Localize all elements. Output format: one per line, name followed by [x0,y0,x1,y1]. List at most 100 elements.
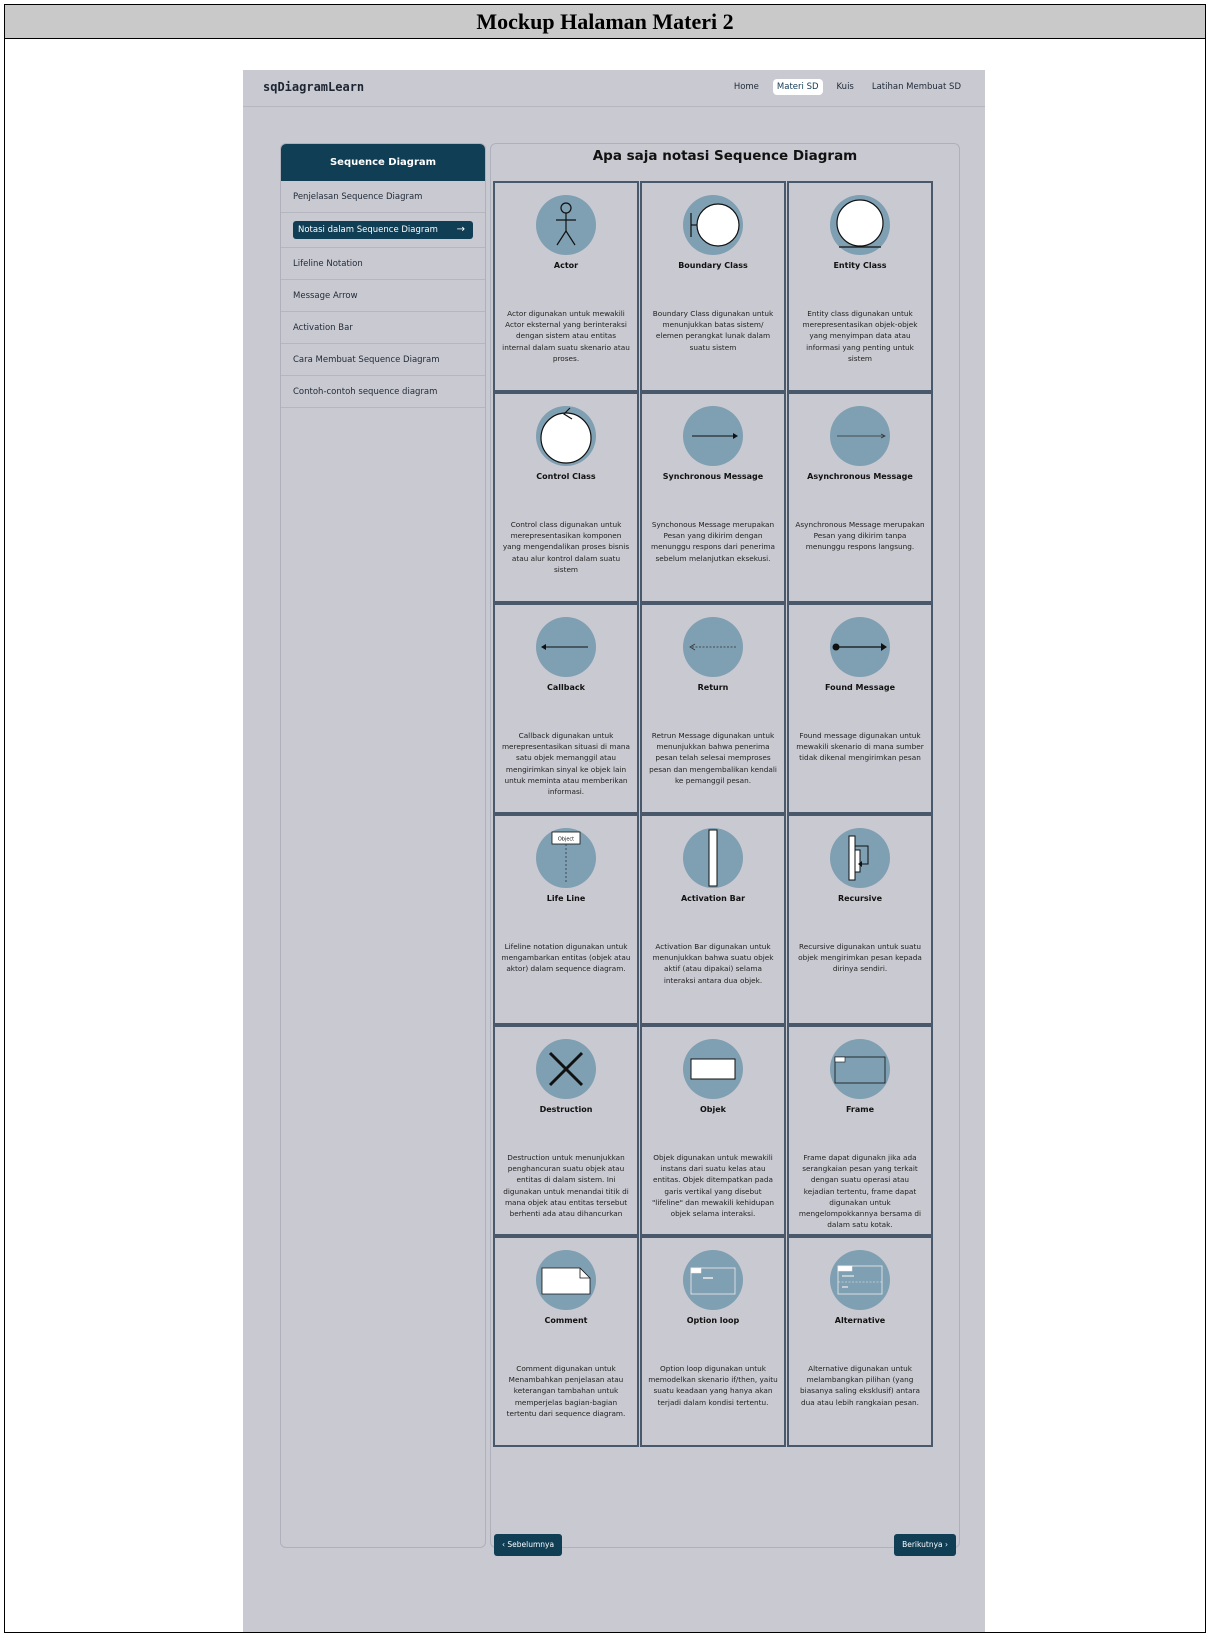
notation-icon-circle [536,617,596,677]
nav-home[interactable]: Home [730,79,763,95]
notation-description: Callback digunakan untuk merepresentasik… [501,731,631,797]
sidebar-item-cara-membuat[interactable]: Cara Membuat Sequence Diagram [281,344,485,376]
notation-icon-circle [683,617,743,677]
notation-description: Recursive digunakan untuk suatu objek me… [798,942,922,974]
notation-icon-circle [683,406,743,466]
notation-description: Retrun Message digunakan untuk menunjukk… [649,731,777,785]
document-title: Mockup Halaman Materi 2 [5,5,1205,39]
notation-card: Objek Objek digunakan untuk mewakili inst… [640,1025,786,1236]
notation-description: Destruction untuk menunjukkan penghancur… [503,1153,629,1219]
notation-name: Actor [553,261,579,270]
notation-description: Asynchronous Message merupakan Pesan yan… [795,520,925,552]
notation-name: Comment [544,1316,588,1325]
notation-description: Control class digunakan untuk merepresen… [502,520,630,574]
notation-description: Boundary Class digunakan untuk menunjukk… [652,309,774,352]
main-nav: Home Materi SD Kuis Latihan Membuat SD [730,79,965,95]
notation-description: Actor digunakan untuk mewakili Actor eks… [502,309,630,363]
app-logo[interactable]: sqDiagramLearn [263,80,364,94]
notation-description: Found message digunakan untuk mewakili s… [796,731,924,763]
next-button[interactable]: Berikutnya › [894,1534,956,1556]
notation-card: Boundary Class Boundary Class digunakan u… [640,181,786,392]
sidebar-item-message-arrow[interactable]: Message Arrow [281,280,485,312]
notation-card: Actor Actor digunakan untuk mewakili Acto… [493,181,639,392]
notation-name: Found Message [825,683,895,692]
found-message-icon [832,643,887,651]
notation-icon-circle [830,828,890,888]
notation-icon-circle [683,1039,743,1099]
sidebar-item-penjelasan[interactable]: Penjelasan Sequence Diagram [281,181,485,213]
notation-card: Frame Frame dapat digunakn jika ada seran… [787,1025,933,1236]
notation-icon-circle [830,195,890,255]
notation-name: Synchronous Message [662,472,764,481]
notation-icon-circle [536,1039,596,1099]
notation-description: Option loop digunakan untuk memodelkan s… [648,1364,778,1407]
destruction-icon [548,1051,584,1087]
notation-icon-circle [683,195,743,255]
notation-card: Comment Comment digunakan untuk Menambahk… [493,1236,639,1447]
notation-description: Entity class digunakan untuk merepresent… [802,309,918,363]
lifeline-icon: Object [551,831,581,884]
notation-icon-circle [830,406,890,466]
object-icon [690,1058,736,1080]
nav-materi-sd[interactable]: Materi SD [772,79,823,95]
notation-card: Destruction Destruction untuk menunjukkan… [493,1025,639,1236]
asynchronous-arrow-icon [837,433,886,439]
notation-card: Control Class Control class digunakan unt… [493,392,639,603]
boundary-class-icon [690,203,740,247]
notation-description: Frame dapat digunakn jika ada serangkaia… [798,1153,922,1230]
notation-name: Recursive [837,894,883,903]
notation-name: Life Line [546,894,586,903]
sidebar-item-lifeline[interactable]: Lifeline Notation [281,248,485,280]
notation-name: Boundary Class [678,261,748,270]
notation-name: Return [697,683,729,692]
notation-description: Alternative digunakan untuk melambangkan… [800,1364,920,1407]
notation-name: Frame [845,1105,875,1114]
notation-icon-circle [830,1250,890,1310]
content-title: Apa saja notasi Sequence Diagram [592,148,858,164]
notation-card: Return Retrun Message digunakan untuk men… [640,603,786,814]
option-loop-icon [690,1267,736,1295]
sidebar-item-label: Notasi dalam Sequence Diagram [298,225,438,235]
synchronous-arrow-icon [692,433,738,439]
notation-card: Found Message Found message digunakan unt… [787,603,933,814]
notation-icon-circle [830,617,890,677]
sidebar-item-contoh[interactable]: Contoh-contoh sequence diagram [281,376,485,408]
activation-bar-icon [708,829,718,887]
sidebar-item-notasi-wrap: Notasi dalam Sequence Diagram → [281,213,485,248]
nav-kuis[interactable]: Kuis [833,79,858,95]
notation-name: Objek [699,1105,726,1114]
notation-icon-circle [536,195,596,255]
comment-icon [541,1267,591,1295]
nav-latihan[interactable]: Latihan Membuat SD [868,79,965,95]
notation-card: Activation Bar Activation Bar digunakan u… [640,814,786,1025]
notation-card: Alternative Alternative digunakan untuk m… [787,1236,933,1447]
notation-icon-circle [830,1039,890,1099]
callback-arrow-icon [541,644,588,650]
entity-class-icon [836,199,884,248]
mockup-page: sqDiagramLearn Home Materi SD Kuis Latih… [243,70,985,1632]
notation-description: Comment digunakan untuk Menambahkan penj… [506,1364,626,1418]
recursive-icon [848,835,869,881]
notation-name: Control Class [536,472,596,481]
notation-description: Activation Bar digunakan untuk menunjukk… [652,942,774,985]
notation-icon-circle [683,828,743,888]
object-box-label: Object [558,837,574,843]
notation-name: Alternative [834,1316,886,1325]
control-class-icon [540,407,592,464]
notation-card: Callback Callback digunakan untuk merepre… [493,603,639,814]
notation-card: Option loop Option loop digunakan untuk m… [640,1236,786,1447]
sidebar-item-notasi[interactable]: Notasi dalam Sequence Diagram → [293,221,473,239]
notation-card: Asynchronous Message Asynchronous Message… [787,392,933,603]
notation-icon-circle [683,1250,743,1310]
sidebar-item-activation-bar[interactable]: Activation Bar [281,312,485,344]
notation-icon-circle: Object [536,828,596,888]
notation-card: Synchronous Message Synchonous Message me… [640,392,786,603]
notation-card: Entity Class Entity class digunakan untuk… [787,181,933,392]
notation-icon-circle [536,406,596,466]
notation-icon-circle [536,1250,596,1310]
sidebar: Sequence Diagram Penjelasan Sequence Dia… [280,143,486,1548]
notation-card: Object Life Line Lifeline notation digunak… [493,814,639,1025]
notation-name: Callback [547,683,585,692]
top-navbar: sqDiagramLearn Home Materi SD Kuis Latih… [243,70,985,107]
prev-button[interactable]: ‹ Sebelumnya [494,1534,563,1556]
